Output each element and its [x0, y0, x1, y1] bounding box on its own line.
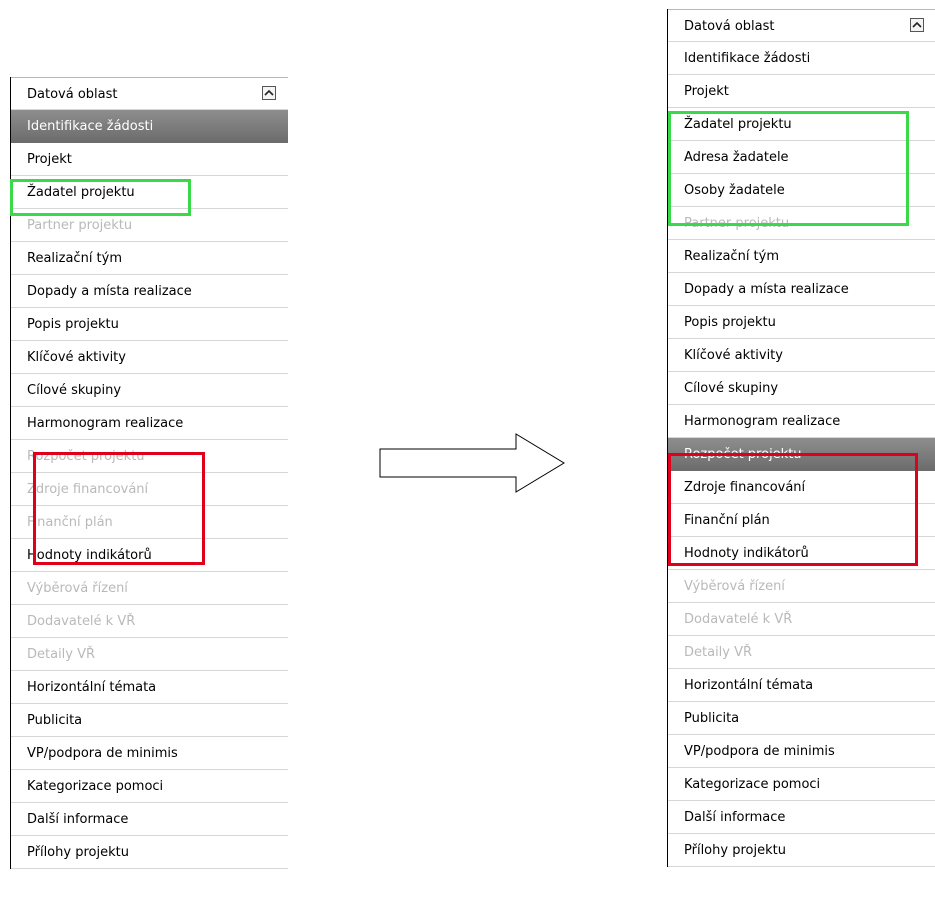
left-list-item[interactable]: Klíčové aktivity [11, 341, 288, 374]
left-list-item[interactable]: Harmonogram realizace [11, 407, 288, 440]
left-list-item[interactable]: Kategorizace pomoci [11, 770, 288, 803]
right-list-header-label: Datová oblast [684, 19, 775, 34]
left-list-item[interactable]: Dopady a místa realizace [11, 275, 288, 308]
left-list-header-label: Datová oblast [27, 87, 118, 102]
right-list-item[interactable]: Adresa žadatele [668, 141, 935, 174]
right-list-item[interactable]: VP/podpora de minimis [668, 735, 935, 768]
right-arrow-icon [379, 433, 565, 493]
right-data-area-list: Datová oblast Identifikace žádosti Projek… [667, 9, 935, 867]
right-list-item: Detaily VŘ [668, 636, 935, 669]
left-list-item[interactable]: Přílohy projektu [11, 836, 288, 869]
right-list-item: Dodavatelé k VŘ [668, 603, 935, 636]
chevron-up-icon [264, 89, 274, 96]
right-list-item: Partner projektu [668, 207, 935, 240]
left-list-item: Dodavatelé k VŘ [11, 605, 288, 638]
left-list-item[interactable]: Horizontální témata [11, 671, 288, 704]
right-list-header: Datová oblast [668, 9, 935, 42]
chevron-up-icon [912, 21, 922, 28]
right-list-item[interactable]: Osoby žadatele [668, 174, 935, 207]
right-list-item[interactable]: Hodnoty indikátorů [668, 537, 935, 570]
left-list-header: Datová oblast [11, 77, 288, 110]
right-list-item[interactable]: Popis projektu [668, 306, 935, 339]
right-list-item[interactable]: Klíčové aktivity [668, 339, 935, 372]
right-list-item[interactable]: Projekt [668, 75, 935, 108]
left-list-item: Finanční plán [11, 506, 288, 539]
left-list-item[interactable]: Projekt [11, 143, 288, 176]
left-list-item[interactable]: Identifikace žádosti [11, 110, 288, 143]
right-list-item[interactable]: Přílohy projektu [668, 834, 935, 867]
right-list-item[interactable]: Realizační tým [668, 240, 935, 273]
left-list-item: Výběrová řízení [11, 572, 288, 605]
left-list-item[interactable]: Žadatel projektu [11, 176, 288, 209]
left-list-items: Identifikace žádosti Projekt Žadatel proje… [11, 110, 288, 869]
left-list-item: Zdroje financování [11, 473, 288, 506]
right-list-items: Identifikace žádosti Projekt Žadatel proje… [668, 42, 935, 867]
right-list-item[interactable]: Rozpočet projektu [668, 438, 935, 471]
right-list-item[interactable]: Zdroje financování [668, 471, 935, 504]
left-list-item[interactable]: Další informace [11, 803, 288, 836]
left-list-item[interactable]: Publicita [11, 704, 288, 737]
right-list-item[interactable]: Kategorizace pomoci [668, 768, 935, 801]
left-list-item[interactable]: Hodnoty indikátorů [11, 539, 288, 572]
left-list-item: Detaily VŘ [11, 638, 288, 671]
right-list-item[interactable]: Další informace [668, 801, 935, 834]
left-collapse-button[interactable] [262, 86, 276, 100]
left-list-item[interactable]: Cílové skupiny [11, 374, 288, 407]
right-list-item[interactable]: Žadatel projektu [668, 108, 935, 141]
left-list-item[interactable]: Realizační tým [11, 242, 288, 275]
right-list-item[interactable]: Publicita [668, 702, 935, 735]
left-list-item[interactable]: Popis projektu [11, 308, 288, 341]
right-list-item[interactable]: Harmonogram realizace [668, 405, 935, 438]
right-list-item[interactable]: Cílové skupiny [668, 372, 935, 405]
right-collapse-button[interactable] [910, 18, 924, 32]
left-list-item: Partner projektu [11, 209, 288, 242]
right-list-item: Výběrová řízení [668, 570, 935, 603]
right-list-item[interactable]: Dopady a místa realizace [668, 273, 935, 306]
left-list-item[interactable]: VP/podpora de minimis [11, 737, 288, 770]
left-list-item: Rozpočet projektu [11, 440, 288, 473]
left-data-area-list: Datová oblast Identifikace žádosti Projek… [10, 77, 288, 869]
right-list-item[interactable]: Horizontální témata [668, 669, 935, 702]
right-list-item[interactable]: Identifikace žádosti [668, 42, 935, 75]
right-list-item[interactable]: Finanční plán [668, 504, 935, 537]
